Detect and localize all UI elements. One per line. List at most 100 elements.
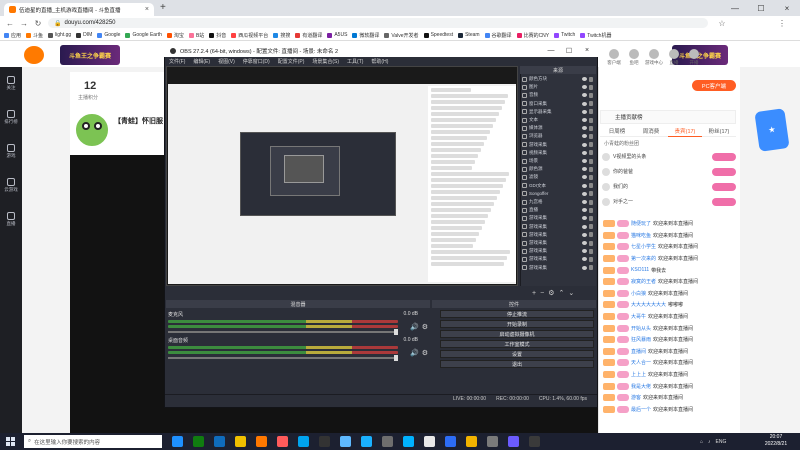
lock-icon[interactable] <box>589 199 593 205</box>
source-item[interactable]: 游戏采集 <box>522 141 594 149</box>
header-nav-4[interactable]: 开播 <box>682 44 706 66</box>
clock[interactable]: 20:07 2022/8/21 <box>756 434 796 448</box>
rank-tab[interactable]: 粉丝(17) <box>702 125 736 137</box>
source-item[interactable]: 视频采集 <box>522 149 594 157</box>
lock-icon[interactable] <box>589 109 593 115</box>
visibility-icon[interactable] <box>582 224 587 229</box>
close-tab-icon[interactable]: × <box>145 6 149 13</box>
douyu-app-icon[interactable] <box>256 436 267 447</box>
bookmark-item[interactable]: Valve开发者 <box>384 32 419 39</box>
source-item[interactable]: 浏览器 <box>522 132 594 140</box>
task-view-icon[interactable] <box>172 436 183 447</box>
qq-icon[interactable] <box>361 436 372 447</box>
obs-menu-item[interactable]: 编辑(E) <box>193 58 210 65</box>
lock-icon[interactable] <box>589 142 593 148</box>
chat-username[interactable]: 大哥牛 <box>631 313 646 320</box>
visibility-icon[interactable] <box>582 175 587 180</box>
streamer-avatar[interactable] <box>74 112 110 148</box>
source-settings-icon[interactable]: ⚙ <box>548 289 554 297</box>
rail-item[interactable]: 排行榜 <box>2 110 20 125</box>
lock-icon[interactable] <box>589 232 593 238</box>
visibility-icon[interactable] <box>582 191 587 196</box>
bookmark-item[interactable]: 比赛的CNY <box>516 32 549 39</box>
lock-icon[interactable] <box>589 215 593 221</box>
bookmark-item[interactable]: Google <box>97 32 120 38</box>
taskbar-search[interactable]: ⌕ 在这里输入你要搜索的内容 <box>24 435 162 448</box>
chat-username[interactable]: 天人合一 <box>631 359 651 366</box>
bookmark-item[interactable]: Speedtest <box>423 32 453 38</box>
pc-client-button[interactable]: PC客户端 <box>692 80 736 91</box>
bookmark-item[interactable]: 谷歌翻译 <box>484 32 512 39</box>
visibility-icon[interactable] <box>582 216 587 221</box>
control-button[interactable]: 启动虚拟摄像机 <box>440 330 594 338</box>
visibility-icon[interactable] <box>582 134 587 139</box>
bookmark-item[interactable]: 应用 <box>4 32 21 39</box>
lock-icon[interactable] <box>589 84 593 90</box>
rank-tab[interactable]: 贵宾(17) <box>668 125 702 137</box>
lock-icon[interactable] <box>589 125 593 131</box>
app-icon[interactable] <box>529 436 540 447</box>
obs-menu-item[interactable]: 工具(T) <box>347 58 363 65</box>
source-item[interactable]: 音频 <box>522 91 594 99</box>
app-icon[interactable] <box>445 436 456 447</box>
gear-icon[interactable]: ⚙ <box>422 349 428 357</box>
lock-icon[interactable] <box>589 256 593 262</box>
chat-username[interactable]: 开始从头 <box>631 325 651 332</box>
rail-item[interactable]: 关注 <box>2 76 20 91</box>
visibility-icon[interactable] <box>582 77 587 82</box>
obs-icon[interactable] <box>319 436 330 447</box>
source-item[interactable]: 显示器采集 <box>522 108 594 116</box>
lock-icon[interactable] <box>589 183 593 189</box>
chat-username[interactable]: 第一次来的 <box>631 255 656 262</box>
discord-icon[interactable] <box>508 436 519 447</box>
visibility-icon[interactable] <box>582 85 587 90</box>
source-item[interactable]: 颜色方块 <box>522 75 594 83</box>
lock-icon[interactable] <box>589 150 593 156</box>
chat-username[interactable]: 上上上 <box>631 371 646 378</box>
lock-icon[interactable] <box>589 265 593 271</box>
fan-row[interactable]: V视频里的头条 <box>602 150 736 163</box>
bookmark-item[interactable]: 斗鱼 <box>26 32 43 39</box>
move-up-icon[interactable]: ⌃ <box>558 289 564 297</box>
visibility-icon[interactable] <box>582 126 587 131</box>
lock-icon[interactable] <box>589 207 593 213</box>
steam-icon[interactable] <box>382 436 393 447</box>
visibility-icon[interactable] <box>582 249 587 254</box>
control-button[interactable]: 工作室模式 <box>440 340 594 348</box>
rail-item[interactable]: 云游戏 <box>2 178 20 193</box>
bookmark-item[interactable]: 淘宝 <box>166 32 184 39</box>
source-item[interactable]: 游戏采集 <box>522 255 594 263</box>
bookmark-item[interactable]: Google Earth <box>125 32 162 38</box>
visibility-icon[interactable] <box>582 93 587 98</box>
volume-slider[interactable] <box>168 329 398 335</box>
bookmark-item[interactable]: B站 <box>188 32 204 39</box>
lock-icon[interactable] <box>589 174 593 180</box>
wechat-icon[interactable] <box>340 436 351 447</box>
source-item[interactable]: 场景 <box>522 157 594 165</box>
address-bar[interactable]: 🔒 douyu.com/428250 <box>48 18 708 28</box>
obs-maximize-button[interactable]: ☐ <box>560 44 578 57</box>
star-icon[interactable]: ☆ <box>716 16 728 30</box>
back-button[interactable]: ← <box>4 16 16 30</box>
volume-icon[interactable]: ♪ <box>708 439 711 445</box>
chat-username[interactable]: 七星小学生 <box>631 243 656 250</box>
control-button[interactable]: 开始录制 <box>440 320 594 328</box>
lock-icon[interactable] <box>589 224 593 230</box>
visibility-icon[interactable] <box>582 183 587 188</box>
control-button[interactable]: 设置 <box>440 350 594 358</box>
source-item[interactable]: 滤镜 <box>522 173 594 181</box>
forward-button[interactable]: → <box>18 16 30 30</box>
lock-icon[interactable] <box>589 191 593 197</box>
network-icon[interactable]: ⌂ <box>700 439 703 445</box>
visibility-icon[interactable] <box>582 257 587 262</box>
event-badge[interactable]: ★ <box>754 108 790 152</box>
bookmark-item[interactable]: DIM <box>76 32 92 38</box>
visibility-icon[interactable] <box>582 118 587 123</box>
source-item[interactable]: 窗口采集 <box>522 100 594 108</box>
speaker-icon[interactable]: 🔊 <box>410 323 419 331</box>
source-item[interactable]: 颜色源 <box>522 165 594 173</box>
chat-username[interactable]: 最后一个 <box>631 406 651 413</box>
obs-menu-item[interactable]: 场景集合(S) <box>312 58 339 65</box>
slider-handle[interactable] <box>394 329 398 335</box>
menu-icon[interactable]: ⋮ <box>776 16 788 30</box>
